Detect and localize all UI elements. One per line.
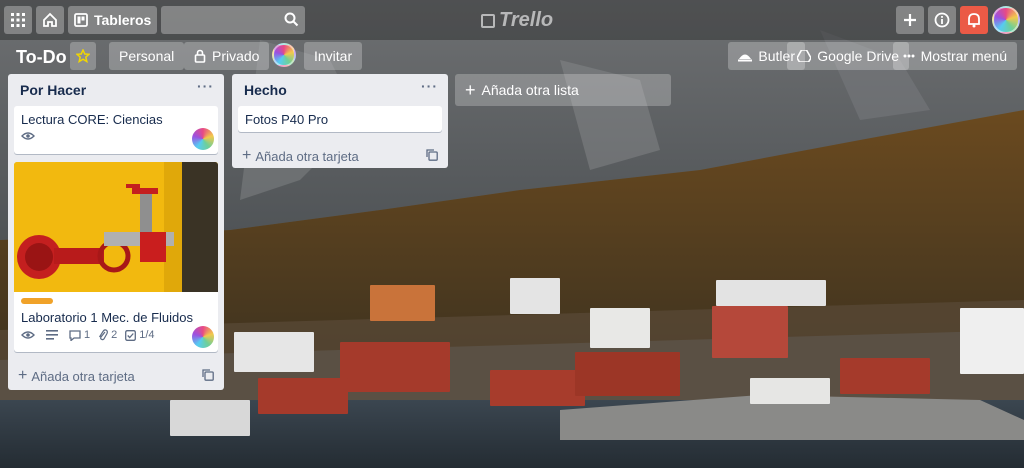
checklist-badge: 1/4 (125, 329, 155, 341)
star-icon (76, 49, 90, 63)
boards-label: Tableros (94, 12, 152, 28)
card-cover-image (14, 162, 218, 292)
plus-icon: + (242, 147, 252, 164)
plus-icon: + (18, 367, 28, 384)
house (510, 278, 560, 314)
comments-count: 1 (84, 329, 91, 341)
house (716, 280, 826, 306)
paperclip-icon (99, 329, 109, 341)
user-avatar[interactable] (992, 6, 1020, 34)
house (590, 308, 650, 348)
eye-icon (21, 132, 35, 140)
house (575, 352, 680, 396)
watching-badge (21, 330, 38, 340)
card-badges (14, 129, 218, 147)
member-avatar[interactable] (272, 43, 296, 67)
add-list-label: Añada otra lista (481, 82, 579, 98)
search-input[interactable] (161, 6, 306, 34)
bell-icon (968, 13, 980, 28)
butler-icon (738, 50, 753, 62)
description-badge (46, 330, 61, 340)
google-drive-button[interactable]: Google Drive (787, 42, 909, 70)
create-button[interactable] (896, 6, 924, 34)
show-menu-button[interactable]: Mostrar menú (892, 42, 1017, 70)
list-title[interactable]: Hecho (244, 82, 287, 98)
list-title[interactable]: Por Hacer (20, 82, 86, 98)
description-icon (46, 330, 58, 340)
boards-button[interactable]: Tableros (68, 6, 158, 34)
add-card-label: Añada otra tarjeta (31, 368, 135, 384)
plus-icon: + (465, 79, 476, 100)
house (234, 332, 314, 372)
search-icon (284, 12, 299, 27)
checklist-icon (125, 329, 137, 341)
top-header: Tableros Trello (0, 0, 1024, 40)
card-fotos-p40[interactable]: Fotos P40 Pro (238, 106, 442, 132)
house (960, 308, 1024, 374)
list-header[interactable]: Hecho ··· (232, 74, 448, 106)
house (840, 358, 930, 394)
plus-icon (904, 14, 916, 26)
checklist-progress: 1/4 (139, 329, 155, 341)
privacy-label: Privado (212, 48, 260, 64)
house (750, 378, 830, 404)
house (258, 378, 348, 414)
house (370, 285, 435, 321)
card-template-icon[interactable] (202, 369, 214, 384)
lock-icon (194, 49, 206, 63)
info-button[interactable] (928, 6, 956, 34)
grid-icon (11, 13, 25, 27)
google-drive-label: Google Drive (817, 48, 899, 64)
google-drive-icon (797, 50, 812, 62)
add-card-button[interactable]: + Añada otra tarjeta (232, 140, 448, 172)
valve-photo (14, 162, 218, 292)
attachments-badge: 2 (98, 329, 117, 341)
add-list-button[interactable]: + Añada otra lista (455, 74, 671, 106)
list-hecho: Hecho ··· Fotos P40 Pro + Añada otra tar… (232, 74, 448, 168)
home-button[interactable] (36, 6, 64, 34)
info-icon (934, 12, 950, 28)
attachments-count: 2 (111, 329, 118, 341)
invite-button[interactable]: Invitar (304, 42, 363, 70)
header-right-actions (892, 6, 1020, 34)
list-por-hacer: Por Hacer ··· Lectura CORE: Ciencias Lab… (8, 74, 224, 390)
house (490, 370, 585, 406)
comment-icon (69, 329, 81, 341)
more-icon (903, 54, 915, 58)
boat (170, 400, 250, 436)
card-title: Laboratorio 1 Mec. de Fluidos (21, 310, 193, 325)
card-title: Lectura CORE: Ciencias (21, 112, 163, 127)
board-header: To-Do Personal Privado Invitar Butler Go… (0, 40, 1024, 72)
card-badges: 1 2 1/4 (14, 327, 218, 347)
list-header[interactable]: Por Hacer ··· (8, 74, 224, 106)
comments-badge: 1 (69, 329, 90, 341)
watching-badge (21, 131, 38, 141)
team-visibility-button[interactable]: Personal (109, 42, 185, 70)
card-title: Fotos P40 Pro (245, 112, 329, 127)
home-icon (43, 12, 57, 27)
star-button[interactable] (70, 42, 96, 70)
card-member-avatar[interactable] (192, 128, 214, 150)
privacy-button[interactable]: Privado (184, 42, 270, 70)
house (712, 306, 788, 358)
add-card-button[interactable]: + Añada otra tarjeta (8, 360, 224, 392)
board-title[interactable]: To-Do (16, 47, 67, 68)
boards-icon (74, 13, 88, 27)
apps-button[interactable] (4, 6, 32, 34)
eye-icon (21, 331, 35, 339)
list-menu-icon[interactable]: ··· (197, 78, 214, 94)
trello-logo-icon (481, 13, 495, 28)
card-template-icon[interactable] (426, 149, 438, 164)
notifications-button[interactable] (960, 6, 988, 34)
trello-logo[interactable]: Trello (481, 9, 553, 32)
logo-text: Trello (499, 9, 554, 31)
card-laboratorio-fluidos[interactable]: Laboratorio 1 Mec. de Fluidos 1 2 1/4 (14, 162, 218, 352)
card-member-avatar[interactable] (192, 326, 214, 348)
house (340, 342, 450, 392)
show-menu-label: Mostrar menú (920, 48, 1007, 64)
card-lectura-core[interactable]: Lectura CORE: Ciencias (14, 106, 218, 154)
list-menu-icon[interactable]: ··· (421, 78, 438, 94)
add-card-label: Añada otra tarjeta (255, 148, 359, 164)
